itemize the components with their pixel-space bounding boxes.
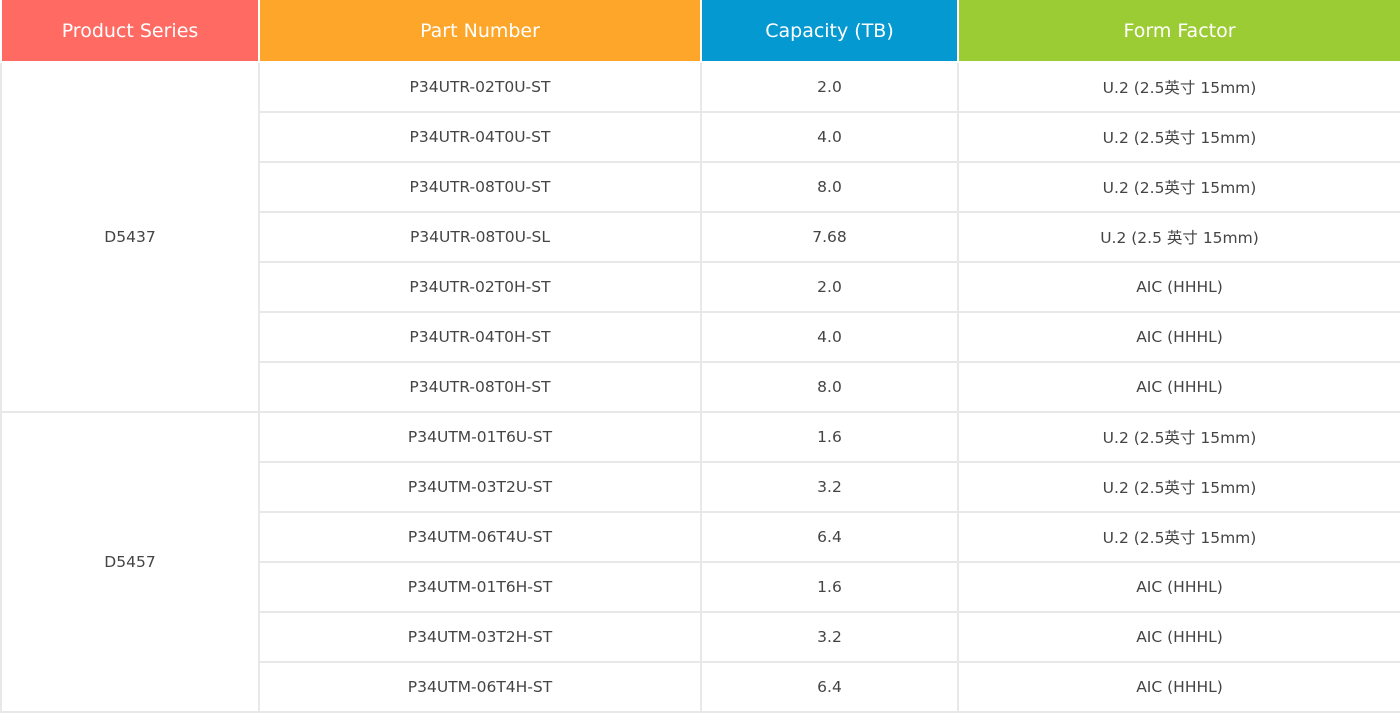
form-factor-cell: U.2 (2.5 英寸 15mm) bbox=[957, 211, 1400, 263]
part-number-cell: P34UTM-03T2H-ST bbox=[258, 611, 702, 663]
capacity-cell: 3.2 bbox=[700, 461, 959, 513]
part-number-cell: P34UTM-06T4H-ST bbox=[258, 661, 702, 713]
capacity-cell: 6.4 bbox=[700, 511, 959, 563]
capacity-cell: 8.0 bbox=[700, 361, 959, 413]
part-number-cell: P34UTM-06T4U-ST bbox=[258, 511, 702, 563]
form-factor-cell: U.2 (2.5英寸 15mm) bbox=[957, 461, 1400, 513]
series-cell: D5457 bbox=[0, 411, 260, 713]
capacity-cell: 2.0 bbox=[700, 61, 959, 113]
capacity-cell: 1.6 bbox=[700, 561, 959, 613]
capacity-cell: 1.6 bbox=[700, 411, 959, 463]
part-number-cell: P34UTM-01T6H-ST bbox=[258, 561, 702, 613]
part-number-cell: P34UTR-08T0U-SL bbox=[258, 211, 702, 263]
form-factor-cell: U.2 (2.5英寸 15mm) bbox=[957, 511, 1400, 563]
form-factor-cell: AIC (HHHL) bbox=[957, 261, 1400, 313]
table-body: D5437 P34UTR-02T0U-ST 2.0 U.2 (2.5英寸 15m… bbox=[0, 61, 1400, 713]
table-row: D5457 P34UTM-01T6U-ST 1.6 U.2 (2.5英寸 15m… bbox=[0, 411, 1400, 713]
form-factor-cell: U.2 (2.5英寸 15mm) bbox=[957, 411, 1400, 463]
form-factor-cell: AIC (HHHL) bbox=[957, 361, 1400, 413]
part-number-cell: P34UTR-02T0H-ST bbox=[258, 261, 702, 313]
part-number-cell: P34UTM-01T6U-ST bbox=[258, 411, 702, 463]
form-factor-cell: U.2 (2.5英寸 15mm) bbox=[957, 61, 1400, 113]
header-row: Product Series Part Number Capacity (TB)… bbox=[0, 0, 1400, 63]
table-header: Product Series Part Number Capacity (TB)… bbox=[0, 0, 1400, 63]
part-number-cell: P34UTM-03T2U-ST bbox=[258, 461, 702, 513]
part-number-cell: P34UTR-02T0U-ST bbox=[258, 61, 702, 113]
form-factor-cell: AIC (HHHL) bbox=[957, 611, 1400, 663]
capacity-cell: 4.0 bbox=[700, 111, 959, 163]
part-number-cell: P34UTR-08T0U-ST bbox=[258, 161, 702, 213]
form-factor-cell: U.2 (2.5英寸 15mm) bbox=[957, 161, 1400, 213]
capacity-cell: 3.2 bbox=[700, 611, 959, 663]
series-cell: D5437 bbox=[0, 61, 260, 413]
capacity-cell: 2.0 bbox=[700, 261, 959, 313]
header-product-series: Product Series bbox=[0, 0, 260, 63]
form-factor-cell: AIC (HHHL) bbox=[957, 661, 1400, 713]
part-number-cell: P34UTR-08T0H-ST bbox=[258, 361, 702, 413]
capacity-cell: 6.4 bbox=[700, 661, 959, 713]
form-factor-cell: AIC (HHHL) bbox=[957, 311, 1400, 363]
form-factor-cell: U.2 (2.5英寸 15mm) bbox=[957, 111, 1400, 163]
part-number-cell: P34UTR-04T0U-ST bbox=[258, 111, 702, 163]
product-spec-table: Product Series Part Number Capacity (TB)… bbox=[0, 0, 1400, 713]
capacity-cell: 4.0 bbox=[700, 311, 959, 363]
form-factor-cell: AIC (HHHL) bbox=[957, 561, 1400, 613]
header-form-factor: Form Factor bbox=[957, 0, 1400, 63]
header-part-number: Part Number bbox=[258, 0, 702, 63]
part-number-cell: P34UTR-04T0H-ST bbox=[258, 311, 702, 363]
capacity-cell: 8.0 bbox=[700, 161, 959, 213]
capacity-cell: 7.68 bbox=[700, 211, 959, 263]
header-capacity: Capacity (TB) bbox=[700, 0, 959, 63]
table-row: D5437 P34UTR-02T0U-ST 2.0 U.2 (2.5英寸 15m… bbox=[0, 61, 1400, 413]
